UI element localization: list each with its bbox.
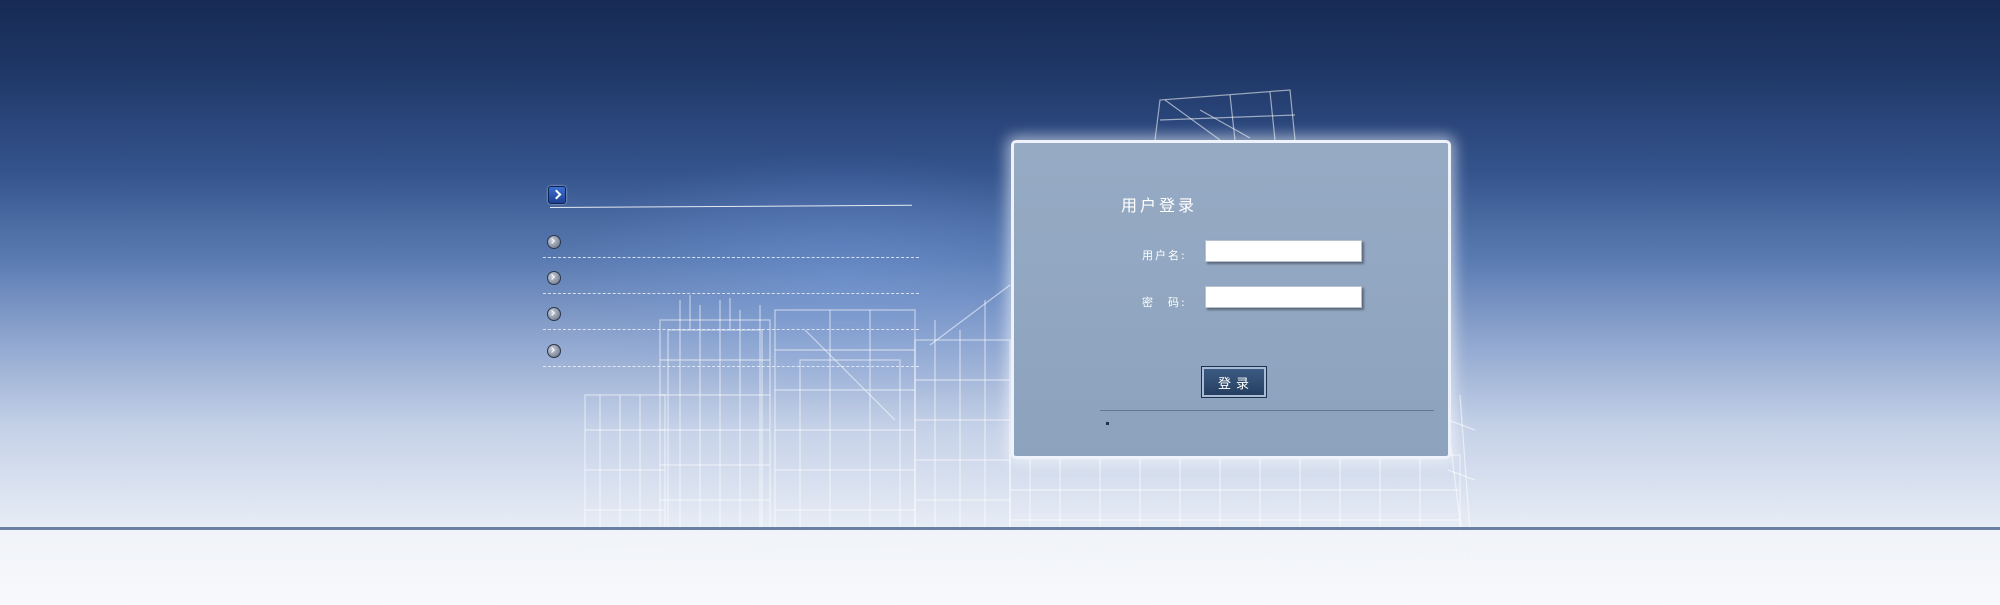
- news-list-item[interactable]: [543, 271, 919, 294]
- username-input[interactable]: [1205, 240, 1362, 262]
- news-list-item[interactable]: [543, 235, 919, 258]
- login-button[interactable]: 登录: [1201, 366, 1267, 398]
- news-list-item[interactable]: [543, 344, 919, 367]
- login-page: 用户登录 用户名: 密 码: 登录: [0, 0, 2000, 605]
- news-list-item[interactable]: [543, 307, 919, 330]
- chevron-right-icon: [547, 344, 561, 358]
- login-title: 用户登录: [1121, 196, 1198, 215]
- arrow-right-icon: [548, 186, 566, 204]
- chevron-right-icon: [547, 271, 561, 285]
- panel-divider: [1100, 410, 1434, 411]
- password-label: 密 码:: [1142, 296, 1187, 309]
- chevron-right-icon: [547, 235, 561, 249]
- password-input[interactable]: [1205, 286, 1362, 308]
- panel-dot: [1106, 422, 1109, 425]
- building-wireframe-background: [584, 89, 1476, 601]
- ground-area: [0, 530, 2000, 605]
- username-label: 用户名:: [1142, 249, 1187, 262]
- login-panel: 用户登录 用户名: 密 码: 登录: [1011, 140, 1451, 459]
- chevron-right-icon: [547, 307, 561, 321]
